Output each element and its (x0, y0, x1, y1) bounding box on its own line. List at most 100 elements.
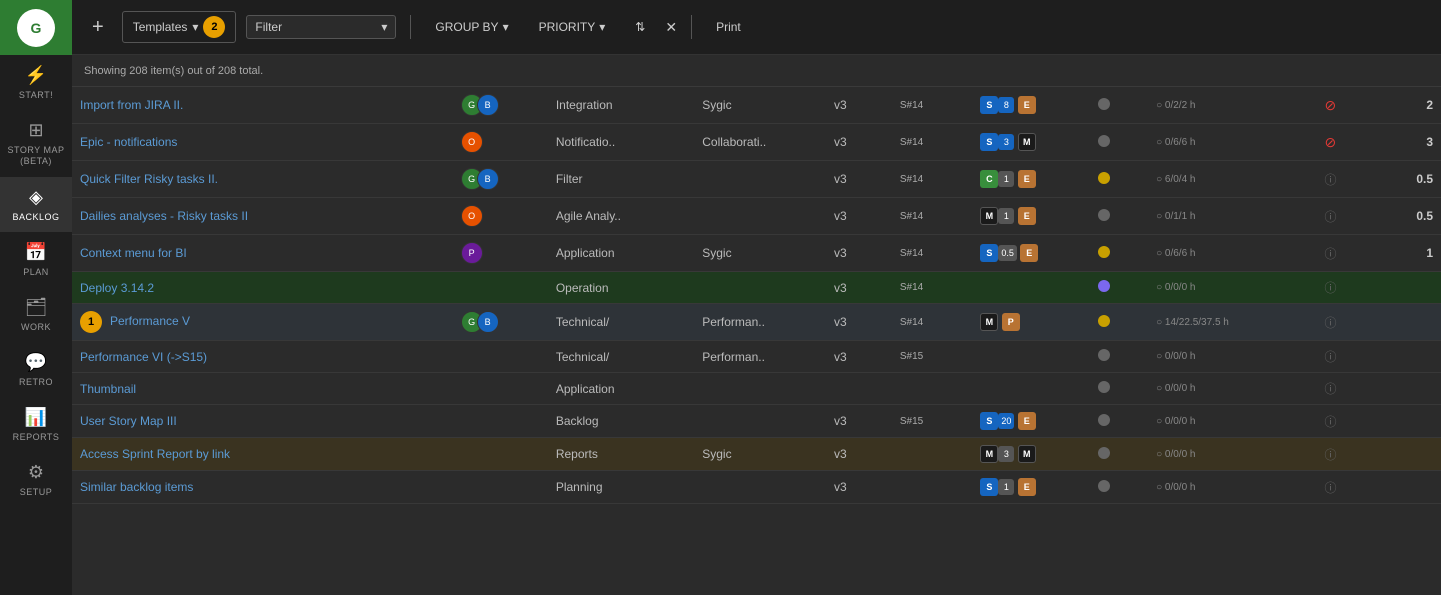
row-estimate: ○ 0/0/0 h (1148, 471, 1316, 504)
priority-button[interactable]: PRIORITY ▾ (529, 16, 616, 38)
sidebar-label-plan: PLAN (23, 267, 49, 277)
sidebar-item-storymap[interactable]: ⊞ STORY MAP(BETA) (0, 110, 72, 177)
row-name[interactable]: Thumbnail (72, 373, 453, 405)
row-priority: C1 E (972, 161, 1089, 198)
row-name[interactable]: Import from JIRA II. (72, 87, 453, 124)
row-count (1368, 341, 1441, 373)
priority-badge-1: M (980, 207, 998, 225)
sidebar-label-storymap: STORY MAP(BETA) (7, 145, 64, 167)
sidebar-item-work[interactable]: 🗂 WORK (0, 287, 72, 342)
table-row[interactable]: Similar backlog itemsPlanningv3S1 E○ 0/0… (72, 471, 1441, 504)
filter-input[interactable]: Filter ▾ (246, 15, 396, 39)
table-row[interactable]: Access Sprint Report by linkReportsSygic… (72, 438, 1441, 471)
group-by-button[interactable]: GROUP BY ▾ (425, 16, 518, 38)
row-name[interactable]: Quick Filter Risky tasks II. (72, 161, 453, 198)
row-assignees: GB (453, 87, 548, 124)
row-priority: S20 E (972, 405, 1089, 438)
status-dot (1098, 447, 1110, 459)
row-name[interactable]: Deploy 3.14.2 (72, 272, 453, 304)
table-row[interactable]: Performance VI (->S15)Technical/Performa… (72, 341, 1441, 373)
row-priority: M3 M (972, 438, 1089, 471)
info-icon: ⓘ (1324, 382, 1336, 396)
priority-badge-1: S (980, 96, 998, 114)
table-row[interactable]: Import from JIRA II.GBIntegrationSygicv3… (72, 87, 1441, 124)
row-name[interactable]: 1Performance V (72, 304, 453, 341)
print-button[interactable]: Print (706, 16, 751, 38)
row-project (694, 405, 826, 438)
avatar: P (461, 242, 483, 264)
row-release: v3 (826, 405, 892, 438)
row-overdue: ⓘ (1316, 471, 1367, 504)
sidebar-item-backlog[interactable]: ◈ BACKLOG (0, 177, 72, 232)
sidebar-label-setup: SETUP (20, 487, 53, 497)
sidebar-item-reports[interactable]: 📊 REPORTS (0, 397, 72, 452)
templates-label: Templates (133, 20, 188, 34)
priority-badge-2: E (1018, 207, 1036, 225)
table-row[interactable]: Context menu for BIPApplicationSygicv3S#… (72, 235, 1441, 272)
row-sprint (892, 373, 973, 405)
row-category: Technical/ (548, 304, 694, 341)
row-overdue: ⓘ (1316, 304, 1367, 341)
app-logo[interactable]: G (0, 0, 72, 55)
row-category: Application (548, 235, 694, 272)
priority-badge-1: S (980, 244, 998, 262)
table-row[interactable]: 1Performance VGBTechnical/Performan..v3S… (72, 304, 1441, 341)
retro-icon: 💬 (25, 352, 47, 373)
row-count: 3 (1368, 124, 1441, 161)
status-dot (1098, 135, 1110, 147)
row-name[interactable]: Performance VI (->S15) (72, 341, 453, 373)
sidebar-item-start[interactable]: ⚡ START! (0, 55, 72, 110)
group-by-label: GROUP BY (435, 20, 498, 34)
priority-num-1: 3 (998, 446, 1014, 462)
row-count (1368, 373, 1441, 405)
row-name[interactable]: Similar backlog items (72, 471, 453, 504)
row-count (1368, 304, 1441, 341)
chevron-down-icon: ▾ (192, 20, 198, 34)
table-row[interactable]: Epic - notificationsONotificatio..Collab… (72, 124, 1441, 161)
sidebar-item-retro[interactable]: 💬 RETRO (0, 342, 72, 397)
row-release (826, 373, 892, 405)
table-row[interactable]: Deploy 3.14.2Operationv3S#14○ 0/0/0 hⓘ (72, 272, 1441, 304)
table-row[interactable]: Quick Filter Risky tasks II.GBFilterv3S#… (72, 161, 1441, 198)
row-sprint (892, 471, 973, 504)
row-name[interactable]: Access Sprint Report by link (72, 438, 453, 471)
priority-badge-1: M (980, 313, 998, 331)
table-row[interactable]: Dailies analyses - Risky tasks IIOAgile … (72, 198, 1441, 235)
add-button[interactable]: + (84, 12, 112, 43)
table-row[interactable]: User Story Map IIIBacklogv3S#15S20 E○ 0/… (72, 405, 1441, 438)
table-row[interactable]: ThumbnailApplication○ 0/0/0 hⓘ (72, 373, 1441, 405)
row-name[interactable]: Dailies analyses - Risky tasks II (72, 198, 453, 235)
info-icon: ⓘ (1324, 415, 1336, 429)
sidebar-item-setup[interactable]: ⚙ SETUP (0, 452, 72, 507)
info-icon: ⓘ (1324, 350, 1336, 364)
clock-icon: ○ (1156, 211, 1162, 222)
row-project: Performan.. (694, 341, 826, 373)
clock-icon: ○ (1156, 383, 1162, 394)
row-project (694, 272, 826, 304)
priority-label: PRIORITY (539, 20, 596, 34)
row-count: 2 (1368, 87, 1441, 124)
info-icon: ⓘ (1324, 173, 1336, 187)
row-category: Backlog (548, 405, 694, 438)
row-name[interactable]: Epic - notifications (72, 124, 453, 161)
templates-button[interactable]: Templates ▾ 2 (122, 11, 237, 43)
table-container[interactable]: Import from JIRA II.GBIntegrationSygicv3… (72, 87, 1441, 595)
row-sprint: S#14 (892, 161, 973, 198)
row-name[interactable]: User Story Map III (72, 405, 453, 438)
sidebar-item-plan[interactable]: 📅 PLAN (0, 232, 72, 287)
row-sprint: S#14 (892, 272, 973, 304)
row-overdue: ⓘ (1316, 161, 1367, 198)
priority-badge-2: E (1018, 170, 1036, 188)
row-release: v3 (826, 161, 892, 198)
row-assignees (453, 272, 548, 304)
filter-placeholder: Filter (255, 20, 282, 34)
clock-icon: ○ (1156, 482, 1162, 493)
row-estimate: ○ 0/2/2 h (1148, 87, 1316, 124)
sort-button[interactable]: ⇅ (625, 16, 655, 38)
row-assignees: P (453, 235, 548, 272)
close-button[interactable]: ✕ (665, 19, 677, 36)
row-project (694, 373, 826, 405)
row-status (1090, 198, 1149, 235)
sidebar: G ⚡ START! ⊞ STORY MAP(BETA) ◈ BACKLOG 📅… (0, 0, 72, 595)
row-name[interactable]: Context menu for BI (72, 235, 453, 272)
